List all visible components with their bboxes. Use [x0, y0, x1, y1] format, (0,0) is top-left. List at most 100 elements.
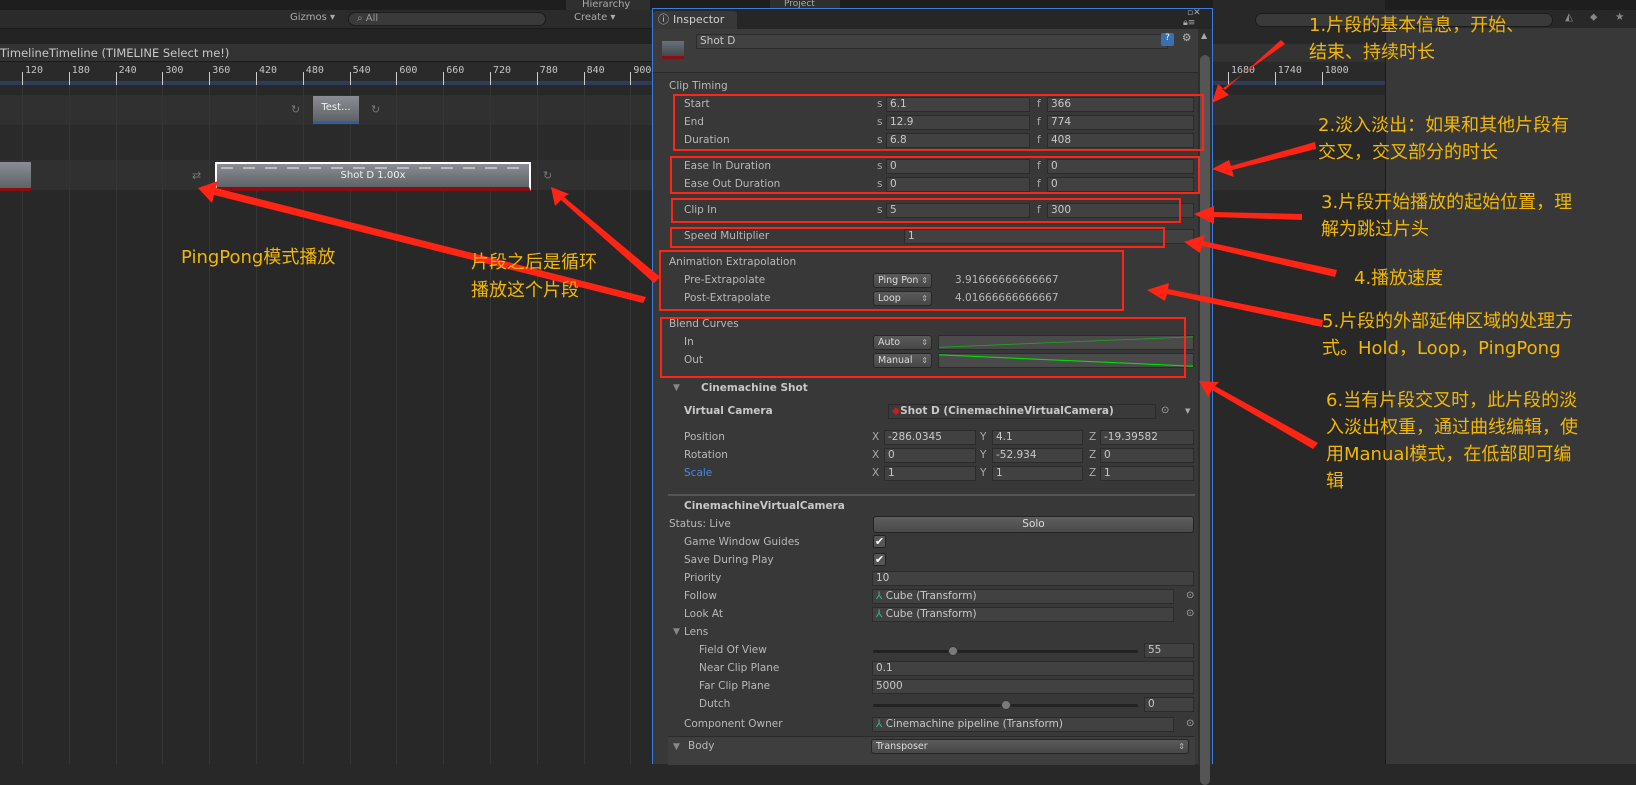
game-window-guides-row: Game Window Guides ✔	[653, 534, 1198, 552]
near-clip-input[interactable]: 0.1	[872, 661, 1194, 676]
timeline-breadcrumb[interactable]: TimelineTimeline (TIMELINE Select me!)	[0, 44, 652, 62]
star-icon[interactable]: ★	[1615, 11, 1624, 23]
ruler-tick	[256, 72, 257, 85]
ruler-tick-label: 180	[71, 65, 90, 76]
help-icon[interactable]: ?	[1161, 33, 1174, 46]
fov-input[interactable]: 55	[1144, 643, 1194, 658]
follow-field[interactable]: ⅄ Cube (Transform)	[872, 589, 1174, 604]
grid-line	[162, 85, 164, 764]
rotation-label: Rotation	[684, 449, 728, 461]
scale-y-input[interactable]: 1	[992, 466, 1083, 481]
highlight-clip-timing	[673, 94, 1204, 151]
virtual-camera-field[interactable]: ◆Shot D (CinemachineVirtualCamera)	[888, 404, 1156, 419]
dropdown-arrow-icon[interactable]: ▼	[1185, 407, 1190, 415]
save-during-play-checkbox[interactable]: ✔	[873, 553, 886, 566]
body-section: ▼ Body Transposer	[668, 736, 1195, 765]
collapse-triangle-icon[interactable]: ▼	[673, 383, 680, 393]
ruler-tick	[443, 72, 445, 85]
follow-label: Follow	[684, 590, 717, 602]
tab-inspector-label: Inspector	[673, 13, 725, 26]
ruler-tick	[630, 72, 632, 85]
note-pingpong-line-1: PingPong模式播放	[181, 247, 336, 268]
position-x-input[interactable]: -286.0345	[884, 430, 976, 445]
clip-shot-d-label: Shot D 1.00x	[340, 170, 406, 181]
create-dropdown[interactable]: Create ▾	[574, 12, 615, 23]
far-clip-input[interactable]: 5000	[872, 679, 1194, 694]
ruler-tick	[349, 72, 351, 85]
highlight-clip-in	[671, 198, 1181, 223]
scale-z-input[interactable]: 1	[1100, 466, 1194, 481]
ruler-tick	[583, 72, 585, 85]
filter-type-icon[interactable]: ◭	[1565, 11, 1573, 23]
z-axis-label: Z	[1089, 467, 1097, 479]
clip-previous[interactable]	[0, 162, 31, 191]
dutch-input[interactable]: 0	[1144, 697, 1194, 712]
ruler-tick	[209, 72, 211, 85]
tab-inspector[interactable]: ⓘ Inspector	[653, 11, 737, 29]
body-label: Body	[688, 740, 715, 752]
save-during-play-label: Save During Play	[684, 554, 774, 566]
solo-button[interactable]: Solo	[873, 516, 1194, 533]
component-owner-value: Cinemachine pipeline (Transform)	[885, 718, 1064, 730]
cinemachine-shot-title: Cinemachine Shot	[701, 382, 808, 394]
clip-shot-d[interactable]: Shot D 1.00x	[215, 162, 531, 191]
ruler-tick	[1228, 72, 1229, 85]
scroll-up-icon[interactable]: ▲	[1201, 31, 1207, 40]
game-window-guides-checkbox[interactable]: ✔	[873, 535, 886, 548]
body-dropdown[interactable]: Transposer	[871, 739, 1189, 754]
loop-icon: ↻	[543, 169, 553, 182]
object-picker-icon[interactable]: ⊙	[1186, 718, 1194, 729]
rotation-x-input[interactable]: 0	[884, 448, 976, 463]
fov-slider-track[interactable]	[873, 650, 1138, 653]
position-y-input[interactable]: 4.1	[992, 430, 1083, 445]
priority-input[interactable]: 10	[872, 571, 1194, 586]
ruler-tick-label: 120	[25, 65, 44, 76]
clip-test[interactable]: Test...	[313, 96, 359, 124]
component-owner-label: Component Owner	[684, 718, 783, 730]
ruler-tick-label: 660	[446, 65, 465, 76]
scale-label[interactable]: Scale	[684, 467, 712, 479]
ruler-tick	[115, 72, 117, 85]
component-owner-field[interactable]: ⅄ Cinemachine pipeline (Transform)	[872, 717, 1174, 732]
note-2-line-2: 交叉，交叉部分的时长	[1318, 142, 1498, 163]
post-loop-icon: ↻	[371, 103, 381, 116]
look-at-field[interactable]: ⅄ Cube (Transform)	[872, 607, 1174, 622]
tag-icon[interactable]: ⬥	[1590, 11, 1597, 24]
tab-project[interactable]: Project	[770, 0, 840, 8]
highlight-extrapolation	[659, 250, 1124, 311]
settings-icon[interactable]: ⚙	[1182, 32, 1191, 44]
rotation-z-input[interactable]: 0	[1100, 448, 1194, 463]
timeline-ruler[interactable]: 120 180 240 300 360 420 480 540 600 660 720 780 840 9…	[0, 62, 652, 85]
ruler-tick-label: 1740	[1277, 65, 1302, 76]
maximize-icon[interactable]: ▫✕	[1187, 8, 1201, 18]
position-z-input[interactable]: -19.39582	[1100, 430, 1194, 445]
tab-hierarchy[interactable]: Hierarchy	[566, 0, 650, 10]
clip-test-label: Test...	[321, 102, 351, 113]
scale-x-input[interactable]: 1	[884, 466, 976, 481]
dutch-slider-knob[interactable]	[1000, 700, 1011, 710]
dutch-label: Dutch	[699, 698, 731, 710]
position-row: Position X -286.0345 Y 4.1 Z -19.39582	[653, 429, 1198, 447]
object-name-field[interactable]: Shot D	[696, 34, 1168, 49]
lens-foldout[interactable]: ▼ Lens	[653, 624, 1198, 642]
grid-line	[68, 85, 70, 764]
object-picker-icon[interactable]: ⊙	[1161, 405, 1169, 416]
dutch-row: Dutch 0	[653, 696, 1198, 714]
fov-slider-knob[interactable]	[948, 646, 959, 656]
highlight-speed	[670, 227, 1165, 248]
object-picker-icon[interactable]: ⊙	[1186, 608, 1194, 619]
clip-icon	[662, 41, 684, 59]
rotation-y-input[interactable]: -52.934	[992, 448, 1083, 463]
lens-triangle-icon[interactable]: ▼	[673, 627, 680, 637]
note-6-line-2: 入淡出权重，通过曲线编辑，使	[1326, 417, 1578, 438]
object-picker-icon[interactable]: ⊙	[1186, 590, 1194, 601]
body-triangle-icon[interactable]: ▼	[673, 742, 680, 752]
grid-line	[115, 85, 117, 764]
status-label: Status: Live	[669, 518, 731, 530]
cinemachine-shot-header[interactable]: ▼ Cinemachine Shot	[653, 380, 1198, 398]
scrollbar-thumb[interactable]	[1200, 55, 1210, 785]
transform-icon: ⅄	[876, 718, 886, 730]
gizmos-dropdown[interactable]: Gizmos ▾	[290, 12, 335, 23]
scene-search-input[interactable]: ⌕ All	[348, 12, 546, 26]
lock-icon[interactable]: 🔒︎≡	[1183, 18, 1195, 28]
